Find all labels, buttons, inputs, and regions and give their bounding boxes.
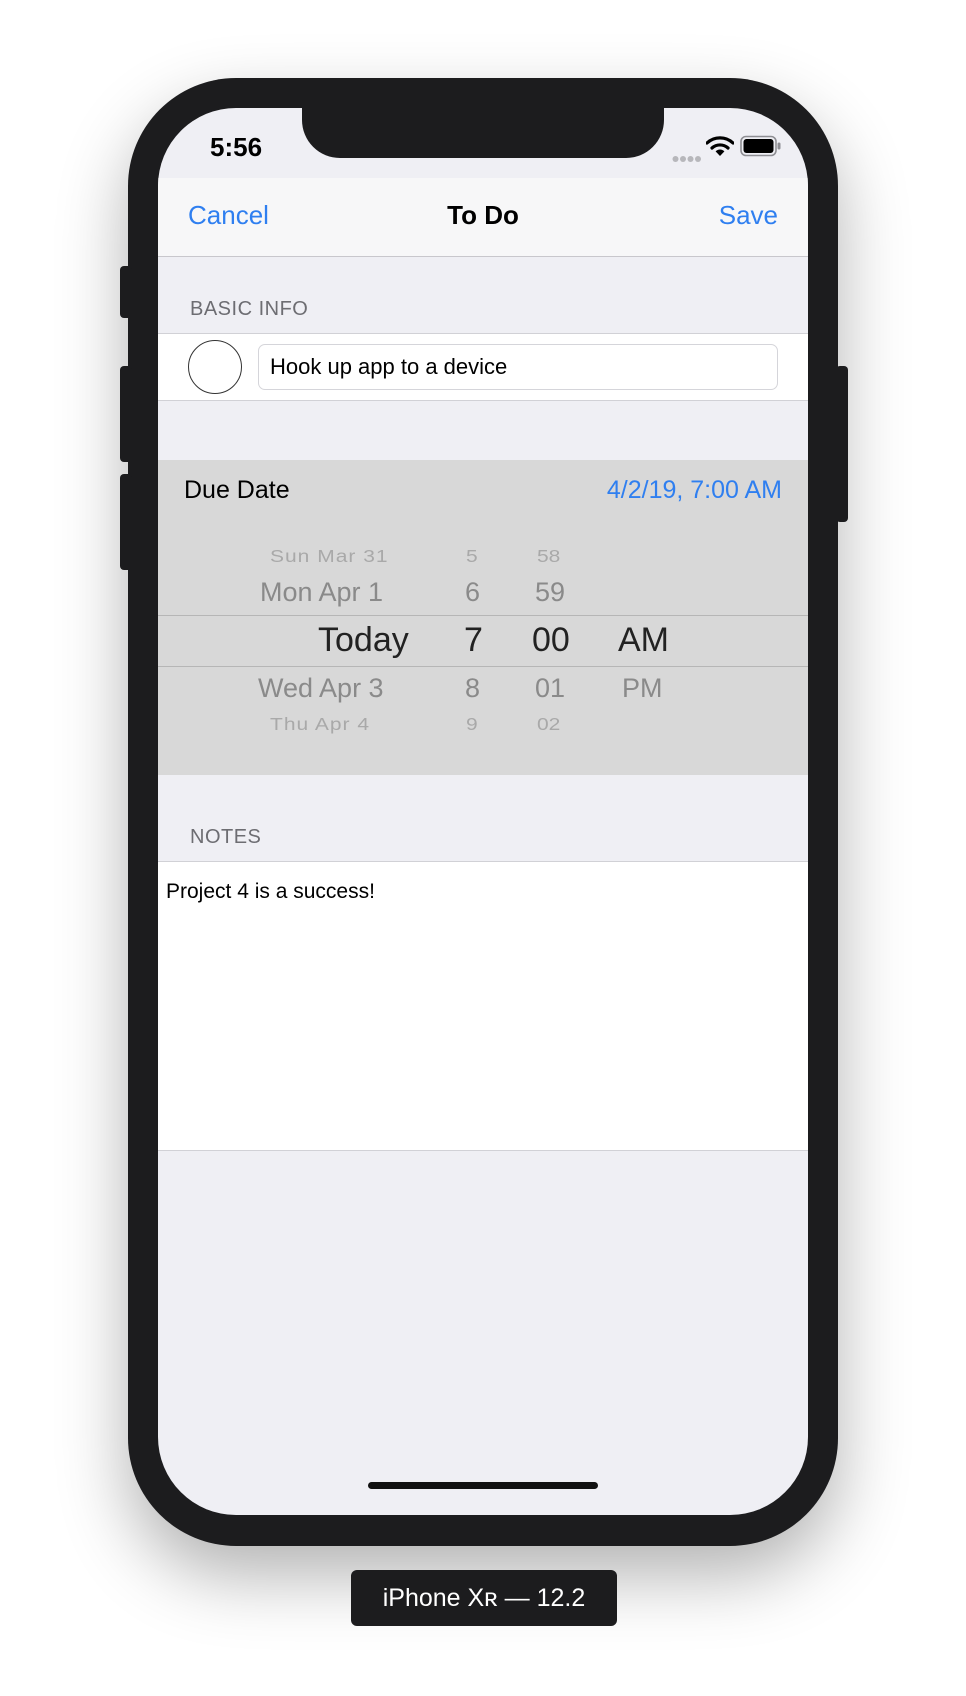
picker-hour-row[interactable]: 6 bbox=[465, 577, 480, 608]
picker-period-selected[interactable]: AM bbox=[618, 621, 669, 660]
picker-day-row[interactable]: Wed Apr 3 bbox=[258, 673, 384, 704]
navigation-bar: Cancel To Do Save bbox=[158, 178, 808, 257]
signal-dots-icon bbox=[672, 150, 702, 168]
picker-period-row[interactable]: PM bbox=[622, 673, 663, 704]
title-cell bbox=[158, 333, 808, 401]
nav-title: To Do bbox=[447, 200, 519, 230]
picker-hour-row[interactable]: 8 bbox=[465, 673, 480, 704]
title-field[interactable] bbox=[258, 344, 778, 390]
picker-selection-band bbox=[158, 615, 808, 667]
picker-day-selected[interactable]: Today bbox=[318, 621, 409, 660]
due-date-section: Due Date 4/2/19, 7:00 AM Sun Mar 31 Mon … bbox=[158, 460, 808, 775]
screen: 5:56 Cancel To Do Save BASIC INFO Due Da… bbox=[158, 108, 808, 1515]
picker-hour-selected[interactable]: 7 bbox=[464, 621, 483, 660]
notes-text: Project 4 is a success! bbox=[166, 880, 375, 903]
mute-switch bbox=[120, 266, 132, 318]
volume-up-button bbox=[120, 366, 132, 462]
picker-minute-row[interactable]: 58 bbox=[537, 547, 560, 567]
due-date-value[interactable]: 4/2/19, 7:00 AM bbox=[607, 476, 782, 505]
picker-minute-row[interactable]: 01 bbox=[535, 673, 565, 704]
basic-info-header: BASIC INFO bbox=[190, 298, 309, 320]
home-indicator bbox=[368, 1482, 598, 1489]
picker-day-row[interactable]: Sun Mar 31 bbox=[270, 547, 389, 567]
status-time: 5:56 bbox=[210, 132, 263, 162]
volume-down-button bbox=[120, 474, 132, 570]
notes-header: NOTES bbox=[190, 826, 262, 848]
picker-day-row[interactable]: Thu Apr 4 bbox=[270, 715, 370, 735]
power-button bbox=[836, 366, 848, 522]
device-label: iPhone Xʀ — 12.2 bbox=[351, 1570, 617, 1626]
complete-toggle-icon[interactable] bbox=[188, 340, 242, 394]
picker-hour-row[interactable]: 5 bbox=[466, 547, 478, 567]
picker-minute-selected[interactable]: 00 bbox=[532, 621, 570, 660]
picker-minute-row[interactable]: 59 bbox=[535, 577, 565, 608]
picker-hour-row[interactable]: 9 bbox=[466, 715, 478, 735]
notch bbox=[302, 108, 664, 158]
wifi-icon bbox=[705, 136, 735, 163]
date-picker[interactable]: Sun Mar 31 Mon Apr 1 Today Wed Apr 3 Thu… bbox=[158, 535, 808, 755]
notes-text-view[interactable]: Project 4 is a success! bbox=[158, 861, 808, 1151]
picker-minute-row[interactable]: 02 bbox=[537, 715, 560, 735]
due-date-label: Due Date bbox=[184, 476, 290, 504]
battery-icon bbox=[740, 135, 782, 162]
picker-day-row[interactable]: Mon Apr 1 bbox=[260, 577, 383, 608]
save-button[interactable]: Save bbox=[719, 200, 778, 231]
